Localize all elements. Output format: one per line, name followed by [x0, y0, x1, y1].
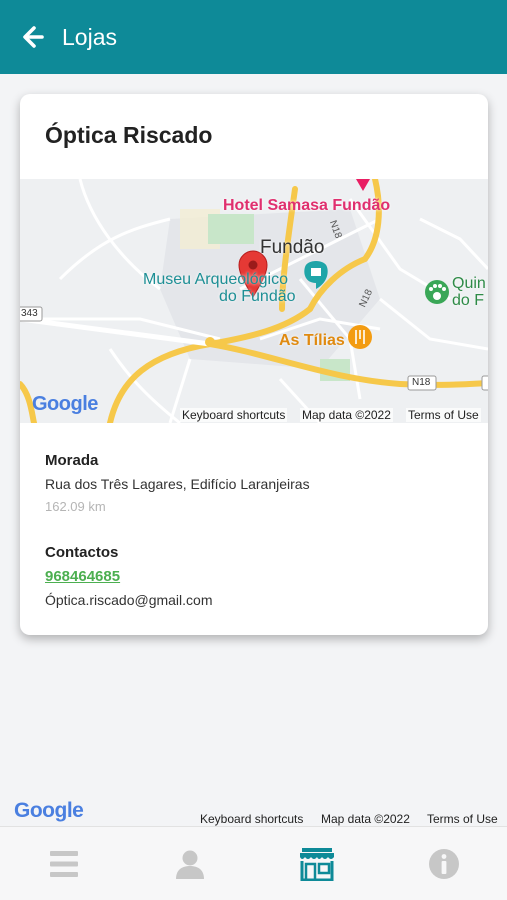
- map-label-road-343: 343: [21, 308, 38, 319]
- back-button[interactable]: [20, 24, 46, 50]
- background-map-data: Map data ©2022: [321, 812, 410, 826]
- map-label-road-n18-c: N18: [412, 377, 431, 388]
- map-label-museum: Museu Arqueológico do Fundão: [143, 271, 296, 305]
- address-text: Rua dos Três Lagares, Edifício Laranjeir…: [45, 476, 310, 492]
- tab-profile[interactable]: [160, 837, 220, 891]
- address-label: Morada: [45, 452, 99, 469]
- map-label-park-line2: do F: [452, 292, 485, 309]
- restaurant-poi: [348, 325, 372, 349]
- store-icon: [300, 848, 334, 881]
- info-icon: [429, 849, 459, 879]
- store-name: Óptica Riscado: [45, 122, 213, 148]
- page-title: Lojas: [62, 23, 117, 50]
- park-area: [208, 214, 254, 244]
- background-google-logo: Google: [14, 799, 84, 823]
- tab-info[interactable]: [414, 837, 474, 891]
- map-label-hotel: Hotel Samasa Fundão: [223, 197, 391, 214]
- user-icon: [176, 850, 204, 879]
- map-label-museum-line1: Museu Arqueológico: [143, 271, 288, 288]
- map-label-park-poi: Quin do F: [452, 275, 486, 309]
- contacts-label: Contactos: [45, 544, 119, 561]
- store-card: Óptica Riscado Hotel Samasa Fundão Fundã…: [20, 94, 488, 635]
- map-label-town: Fundão: [260, 237, 325, 258]
- map-label-park-line1: Quin: [452, 275, 486, 292]
- menu-icon: [50, 851, 78, 877]
- background-terms-link[interactable]: Terms of Use: [427, 812, 498, 826]
- email-text[interactable]: Óptica.riscado@gmail.com: [45, 592, 213, 608]
- map-label-museum-line2: do Fundão: [219, 288, 296, 305]
- tab-menu[interactable]: [34, 837, 94, 891]
- park-poi: [425, 280, 449, 304]
- distance-text: 162.09 km: [45, 499, 106, 514]
- phone-link[interactable]: 968464685: [45, 568, 120, 585]
- app-bar: Lojas: [0, 0, 507, 74]
- background-keyboard-shortcuts[interactable]: Keyboard shortcuts: [200, 812, 303, 826]
- bottom-tab-bar: [0, 826, 507, 900]
- google-logo: Google: [32, 393, 98, 416]
- map-keyboard-shortcuts[interactable]: Keyboard shortcuts: [180, 408, 288, 422]
- map-data-attribution: Map data ©2022: [300, 408, 393, 422]
- map-label-restaurant: As Tílias: [279, 332, 345, 349]
- tab-stores[interactable]: [287, 837, 347, 891]
- arrow-left-icon: [23, 26, 44, 48]
- map-terms-link[interactable]: Terms of Use: [406, 408, 481, 422]
- google-logo-text: Google: [32, 393, 98, 415]
- store-map[interactable]: Hotel Samasa Fundão Fundão N18 Museu Arq…: [20, 179, 488, 423]
- background-google-logo-text: Google: [14, 799, 84, 822]
